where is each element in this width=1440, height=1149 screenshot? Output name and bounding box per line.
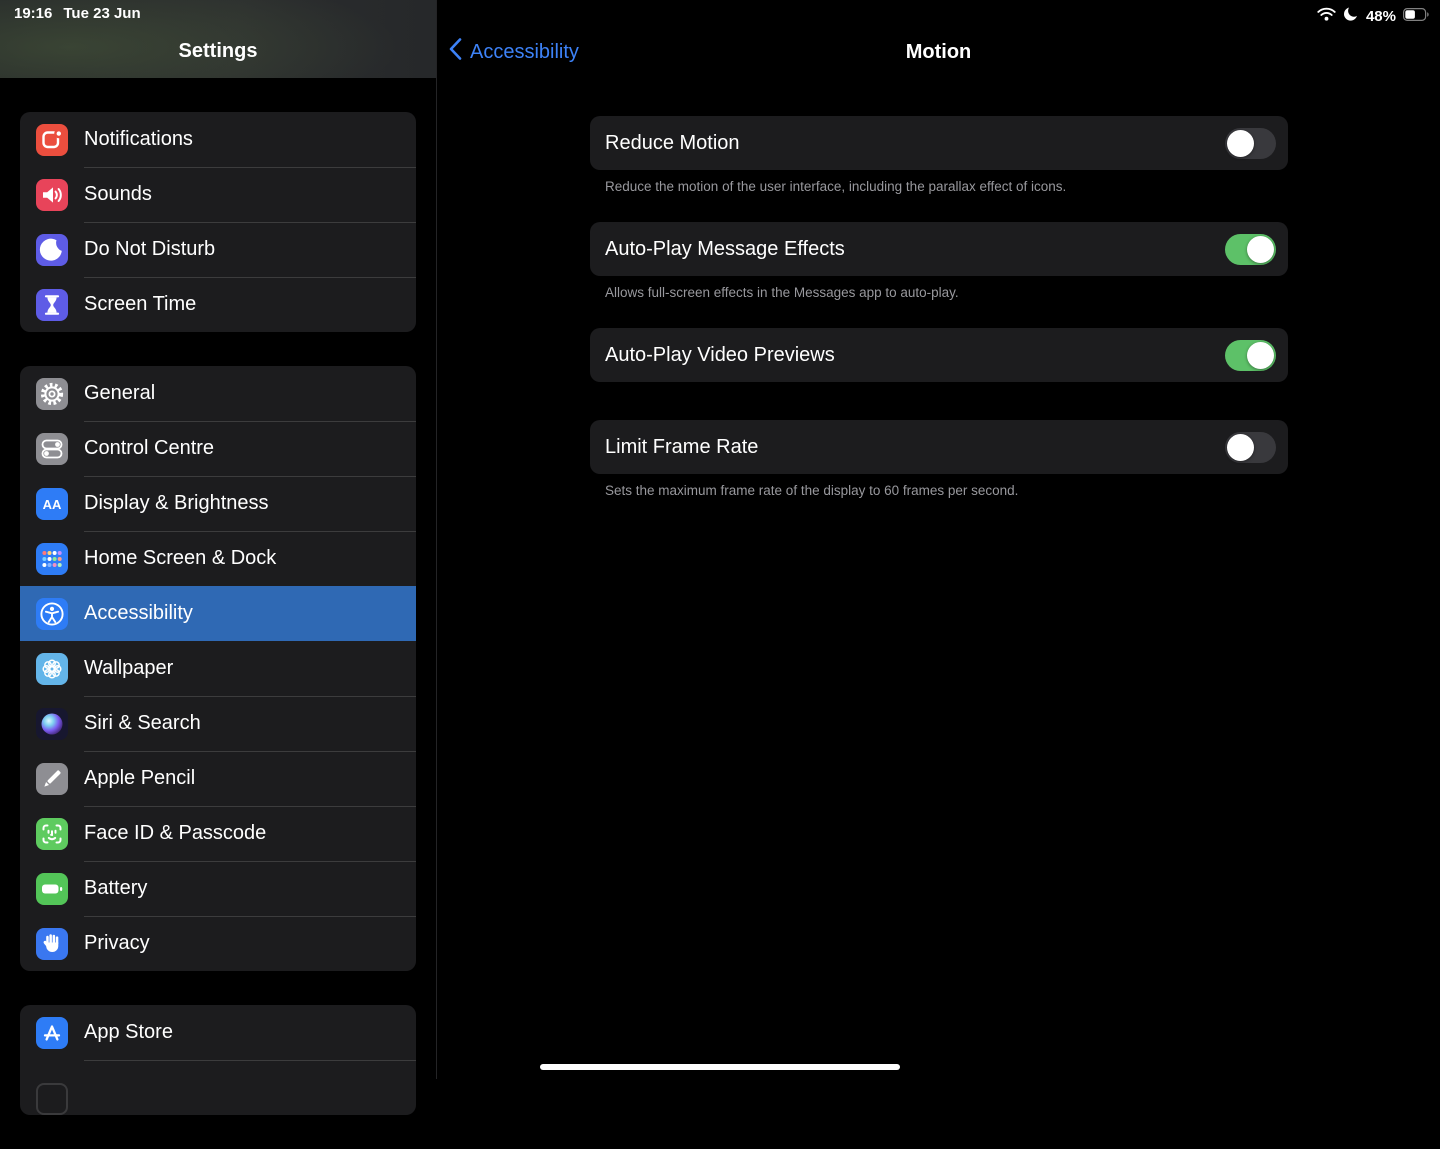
setting-row-auto-play-message-effects: Auto-Play Message Effects xyxy=(590,222,1288,276)
settings-list: Reduce Motion Reduce the motion of the us… xyxy=(590,116,1288,527)
siri-icon xyxy=(36,708,68,740)
sidebar-item-partial[interactable] xyxy=(20,1060,416,1115)
sidebar-list[interactable]: Notifications Sounds Do Not Disturb Screen … xyxy=(20,112,416,1149)
setting-footer: Reduce the motion of the user interface,… xyxy=(605,179,1273,195)
setting-limit-frame-rate: Limit Frame Rate Sets the maximum frame r… xyxy=(590,420,1288,499)
auto-play-video-previews-toggle[interactable] xyxy=(1225,340,1276,371)
general-icon xyxy=(36,378,68,410)
sidebar-item-label: Accessibility xyxy=(84,602,193,625)
setting-label: Limit Frame Rate xyxy=(605,436,758,459)
sidebar-item-label: Battery xyxy=(84,877,147,900)
sidebar-item-do-not-disturb[interactable]: Do Not Disturb xyxy=(20,222,416,277)
notifications-icon xyxy=(36,124,68,156)
status-right: 48% xyxy=(1317,6,1430,26)
ipad-settings-screen: 19:16 Tue 23 Jun Settings Notifications S… xyxy=(0,0,1440,1079)
setting-footer: Sets the maximum frame rate of the displ… xyxy=(605,483,1273,499)
accessibility-icon xyxy=(36,598,68,630)
sidebar-item-label: Control Centre xyxy=(84,437,214,460)
setting-label: Auto-Play Message Effects xyxy=(605,238,845,261)
sidebar-item-display-brightness[interactable]: AA Display & Brightness xyxy=(20,476,416,531)
sidebar-title: Settings xyxy=(0,40,436,63)
display-icon: AA xyxy=(36,488,68,520)
nav-bar: Accessibility Motion xyxy=(437,30,1440,74)
sidebar-group: General Control Centre AA Display & Brightn… xyxy=(20,366,416,971)
toggle-knob xyxy=(1227,130,1254,157)
page-title: Motion xyxy=(437,30,1440,74)
battery-percent: 48% xyxy=(1366,8,1396,25)
sidebar-item-privacy[interactable]: Privacy xyxy=(20,916,416,971)
sidebar-item-home-screen-dock[interactable]: Home Screen & Dock xyxy=(20,531,416,586)
appstore-icon xyxy=(36,1017,68,1049)
sidebar: 19:16 Tue 23 Jun Settings Notifications S… xyxy=(0,0,437,1079)
ghost-icon xyxy=(36,1083,68,1115)
sidebar-item-label: Screen Time xyxy=(84,293,196,316)
setting-label: Reduce Motion xyxy=(605,132,740,155)
pencil-icon xyxy=(36,763,68,795)
dnd-icon xyxy=(36,234,68,266)
privacy-icon xyxy=(36,928,68,960)
status-left: 19:16 Tue 23 Jun xyxy=(14,5,141,22)
setting-auto-play-video-previews: Auto-Play Video Previews xyxy=(590,328,1288,382)
sidebar-item-label: Do Not Disturb xyxy=(84,238,215,261)
sidebar-item-label: Notifications xyxy=(84,128,193,151)
sounds-icon xyxy=(36,179,68,211)
sidebar-group: App Store xyxy=(20,1005,416,1115)
sidebar-item-screen-time[interactable]: Screen Time xyxy=(20,277,416,332)
setting-label: Auto-Play Video Previews xyxy=(605,344,835,367)
sidebar-item-label: Apple Pencil xyxy=(84,767,195,790)
moon-icon xyxy=(1343,6,1359,26)
sidebar-item-label: General xyxy=(84,382,155,405)
wifi-icon xyxy=(1317,7,1336,25)
sidebar-item-general[interactable]: General xyxy=(20,366,416,421)
sidebar-item-label: Home Screen & Dock xyxy=(84,547,276,570)
auto-play-message-effects-toggle[interactable] xyxy=(1225,234,1276,265)
battery-icon xyxy=(36,873,68,905)
sidebar-group: Notifications Sounds Do Not Disturb Screen … xyxy=(20,112,416,332)
sidebar-header: 19:16 Tue 23 Jun Settings xyxy=(0,0,436,78)
sidebar-item-label: Sounds xyxy=(84,183,152,206)
sidebar-item-label: Siri & Search xyxy=(84,712,201,735)
sidebar-item-siri-search[interactable]: Siri & Search xyxy=(20,696,416,751)
setting-row-limit-frame-rate: Limit Frame Rate xyxy=(590,420,1288,474)
toggle-knob xyxy=(1227,434,1254,461)
toggle-knob xyxy=(1247,342,1274,369)
status-time: 19:16 xyxy=(14,5,52,22)
toggle-knob xyxy=(1247,236,1274,263)
svg-text:AA: AA xyxy=(43,496,62,511)
content-pane: 48% Accessibility Motion Reduce M xyxy=(437,0,1440,1079)
sidebar-item-apple-pencil[interactable]: Apple Pencil xyxy=(20,751,416,806)
sidebar-item-label: Face ID & Passcode xyxy=(84,822,266,845)
sidebar-item-label: Display & Brightness xyxy=(84,492,269,515)
sidebar-item-battery[interactable]: Battery xyxy=(20,861,416,916)
sidebar-item-notifications[interactable]: Notifications xyxy=(20,112,416,167)
sidebar-item-app-store[interactable]: App Store xyxy=(20,1005,416,1060)
sidebar-item-face-id-passcode[interactable]: Face ID & Passcode xyxy=(20,806,416,861)
faceid-icon xyxy=(36,818,68,850)
sidebar-item-label: App Store xyxy=(84,1021,173,1044)
battery-icon xyxy=(1403,8,1430,25)
reduce-motion-toggle[interactable] xyxy=(1225,128,1276,159)
sidebar-item-label: Privacy xyxy=(84,932,150,955)
limit-frame-rate-toggle[interactable] xyxy=(1225,432,1276,463)
sidebar-item-wallpaper[interactable]: Wallpaper xyxy=(20,641,416,696)
wallpaper-icon xyxy=(36,653,68,685)
setting-auto-play-message-effects: Auto-Play Message Effects Allows full-scr… xyxy=(590,222,1288,301)
status-date: Tue 23 Jun xyxy=(63,5,140,22)
sidebar-item-sounds[interactable]: Sounds xyxy=(20,167,416,222)
home-indicator[interactable] xyxy=(540,1064,900,1070)
sidebar-item-accessibility[interactable]: Accessibility xyxy=(20,586,416,641)
setting-reduce-motion: Reduce Motion Reduce the motion of the us… xyxy=(590,116,1288,195)
sidebar-item-control-centre[interactable]: Control Centre xyxy=(20,421,416,476)
screentime-icon xyxy=(36,289,68,321)
setting-row-auto-play-video-previews: Auto-Play Video Previews xyxy=(590,328,1288,382)
homescreen-icon xyxy=(36,543,68,575)
setting-row-reduce-motion: Reduce Motion xyxy=(590,116,1288,170)
controlcentre-icon xyxy=(36,433,68,465)
setting-footer: Allows full-screen effects in the Messag… xyxy=(605,285,1273,301)
sidebar-item-label: Wallpaper xyxy=(84,657,173,680)
